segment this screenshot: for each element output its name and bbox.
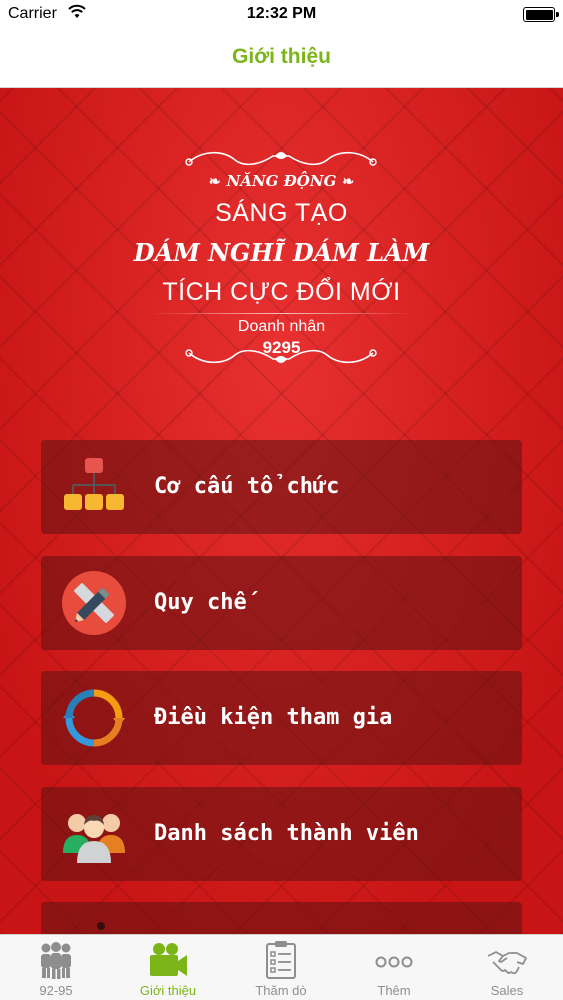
- tab-label: Thăm dò: [255, 983, 307, 998]
- more-dots-icon: [375, 956, 413, 968]
- tab-tham-do[interactable]: Thăm dò: [225, 935, 337, 1000]
- tab-bar: 92-95 Giới thiệu Thăm dò Thêm Sales: [0, 934, 563, 1000]
- banner-divider: [148, 313, 414, 314]
- video-camera-icon: [150, 943, 187, 976]
- status-bar: Carrier 12:32 PM: [0, 0, 563, 30]
- tab-label: 92-95: [39, 983, 73, 998]
- ornament-bottom-icon: [185, 349, 377, 364]
- content-area[interactable]: ❧ NĂNG ĐỘNG ❧ SÁNG TẠO DÁM NGHĨ DÁM LÀM TÍ…: [0, 88, 563, 934]
- cycle-arrows-icon: [63, 689, 125, 747]
- tab-label: Thêm: [377, 983, 411, 998]
- menu-item-partial[interactable]: [41, 902, 522, 934]
- flourish-right-icon: ❧: [342, 174, 355, 190]
- nav-bar: Giới thiệu: [0, 30, 563, 88]
- battery-icon: [523, 7, 559, 22]
- ornament-top-icon: [185, 151, 377, 166]
- tab-92-95[interactable]: 92-95: [0, 935, 112, 1000]
- partial-icon: [97, 922, 105, 930]
- tab-label: Giới thiệu: [139, 983, 197, 998]
- slogan-line-3: DÁM NGHĨ DÁM LÀM: [133, 238, 430, 267]
- menu-item-regulations[interactable]: Quy chế: [41, 556, 522, 650]
- page-title: Giới thiệu: [232, 45, 331, 68]
- slogan-line-2: SÁNG TẠO: [215, 199, 348, 227]
- group-icon: [41, 942, 71, 979]
- tab-them[interactable]: Thêm: [338, 935, 450, 1000]
- org-chart-icon: [64, 458, 124, 510]
- slogan-line-1: ❧ NĂNG ĐỘNG ❧: [208, 172, 355, 190]
- menu-item-conditions[interactable]: Điều kiện tham gia: [41, 671, 522, 765]
- flourish-left-icon: ❧: [208, 174, 221, 190]
- status-time: 12:32 PM: [246, 5, 317, 22]
- menu-item-label: Cơ cấu tổ chức: [154, 474, 340, 499]
- handshake-icon: [487, 951, 527, 975]
- slogan-line-4: TÍCH CỰC ĐỔI MỚI: [162, 278, 401, 306]
- menu-item-org-structure[interactable]: Cơ cấu tổ chức: [41, 440, 522, 534]
- tab-label: Sales: [490, 983, 524, 998]
- tab-gioi-thieu[interactable]: Giới thiệu: [112, 935, 224, 1000]
- menu-item-label: Quy chế: [154, 590, 247, 615]
- pencil-ruler-icon: [62, 571, 126, 635]
- slogan-banner: ❧ NĂNG ĐỘNG ❧ SÁNG TẠO DÁM NGHĨ DÁM LÀM TÍ…: [0, 148, 563, 448]
- members-icon: [63, 814, 125, 863]
- menu-item-label: Điều kiện tham gia: [154, 705, 393, 730]
- menu-item-member-list[interactable]: Danh sách thành viên: [41, 787, 522, 881]
- survey-icon: [266, 941, 296, 979]
- tab-sales[interactable]: Sales: [451, 935, 563, 1000]
- menu-item-label: Danh sách thành viên: [154, 821, 419, 846]
- slogan-line-5: Doanh nhân: [237, 318, 326, 335]
